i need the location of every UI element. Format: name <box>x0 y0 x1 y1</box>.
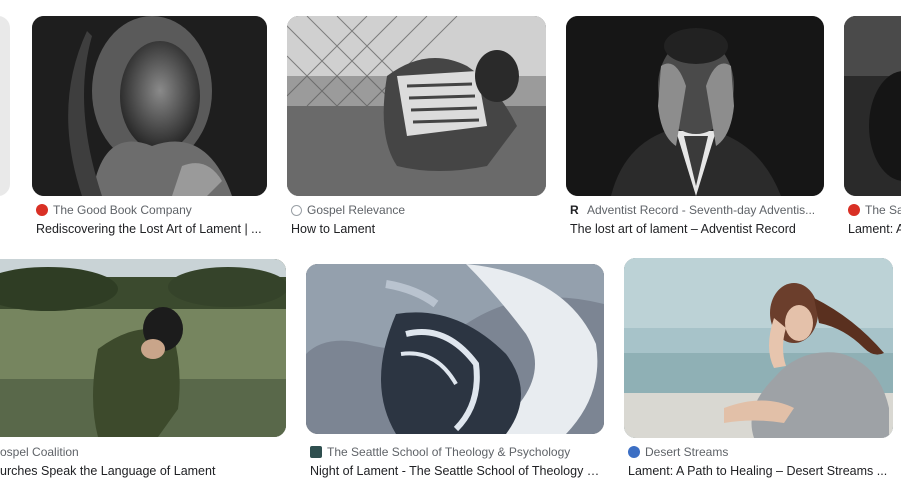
man-kneeling-in-field-image <box>0 259 286 437</box>
result-title[interactable]: Lament: A <box>848 222 901 236</box>
result-source-name: Gospel Relevance <box>307 203 406 217</box>
man-face-in-hands-image <box>566 16 824 196</box>
result-thumbnail[interactable] <box>306 264 604 434</box>
result-thumbnail[interactable] <box>844 16 901 196</box>
swirl-illustration-image <box>306 264 604 434</box>
result-title[interactable]: Lament: A Path to Healing – Desert Strea… <box>628 464 888 478</box>
circle-g-icon <box>291 204 302 216</box>
result-source[interactable]: R Adventist Record - Seventh-day Adventi… <box>570 203 820 217</box>
result-thumbnail[interactable] <box>624 258 893 438</box>
result-source-name: The Sa <box>865 203 901 217</box>
result-thumbnail[interactable] <box>0 16 10 196</box>
crying-woman-image <box>32 16 267 196</box>
result-thumbnail[interactable] <box>32 16 267 196</box>
result-source-name: ospel Coalition <box>0 445 79 459</box>
result-source[interactable]: ospel Coalition <box>0 445 280 459</box>
result-source-name: Adventist Record - Seventh-day Adventis.… <box>587 203 816 217</box>
result-source[interactable]: The Seattle School of Theology & Psychol… <box>310 445 600 459</box>
result-source[interactable]: The Sa <box>848 203 901 217</box>
red-shield-check-icon <box>36 204 48 216</box>
result-source-name: Desert Streams <box>645 445 729 459</box>
woman-by-sea-image <box>624 258 893 438</box>
result-source[interactable]: Desert Streams <box>628 445 893 459</box>
r-logo-icon: R <box>570 203 579 217</box>
result-title[interactable]: The lost art of lament – Adventist Recor… <box>570 222 820 236</box>
result-title[interactable]: Night of Lament - The Seattle School of … <box>310 464 602 478</box>
result-title[interactable]: urches Speak the Language of Lament <box>0 464 285 478</box>
dark-portrait-image <box>844 16 901 196</box>
seattle-school-icon <box>310 446 322 458</box>
result-thumbnail[interactable] <box>0 259 286 437</box>
man-at-fence-image <box>287 16 546 196</box>
result-source[interactable]: Gospel Relevance <box>291 203 541 217</box>
result-title[interactable]: How to Lament <box>291 222 541 236</box>
result-source-name: The Good Book Company <box>53 203 192 217</box>
wordpress-icon <box>628 446 640 458</box>
red-shield-icon <box>848 204 860 216</box>
result-source[interactable]: The Good Book Company <box>36 203 266 217</box>
result-source-name: The Seattle School of Theology & Psychol… <box>327 445 571 459</box>
result-thumbnail[interactable] <box>287 16 546 196</box>
result-title[interactable]: Rediscovering the Lost Art of Lament | .… <box>36 222 266 236</box>
result-thumbnail[interactable] <box>566 16 824 196</box>
